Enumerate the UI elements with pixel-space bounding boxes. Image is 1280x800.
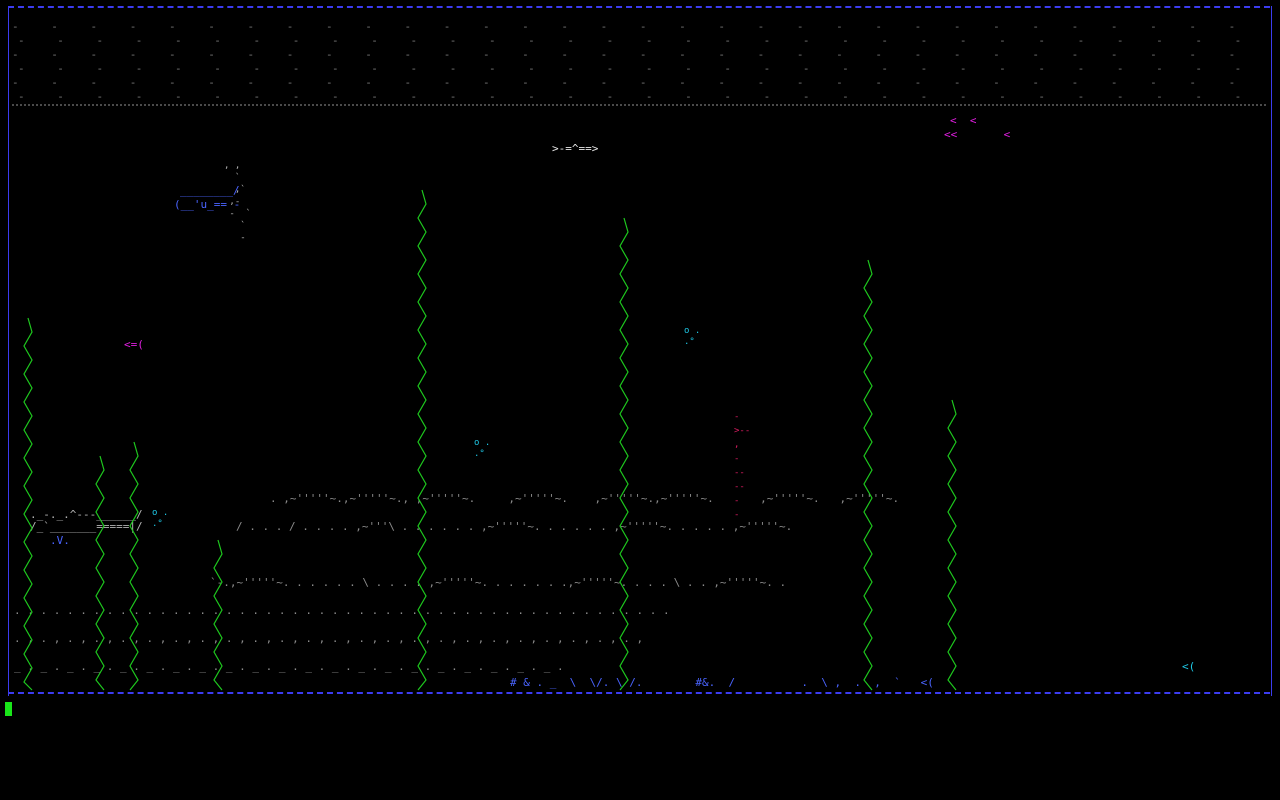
- seaweed-stalk-5: [417, 189, 427, 691]
- terminal-cursor[interactable]: [5, 702, 12, 716]
- seaweed-stalk-8: [947, 399, 957, 691]
- seaweed-stalk-7: [863, 259, 873, 691]
- seaweed-stalk-4: [213, 539, 223, 691]
- seaweed-stalk-2: [95, 455, 105, 691]
- seaweed-layer: [23, 189, 957, 691]
- seaweed-stalk-1: [23, 317, 33, 691]
- seaweed-stalk-3: [129, 441, 139, 691]
- seaweed-stalk-6: [619, 217, 629, 691]
- terminal-window[interactable]: - - - - - - - - - - - - - - - - - - - - …: [0, 0, 1280, 800]
